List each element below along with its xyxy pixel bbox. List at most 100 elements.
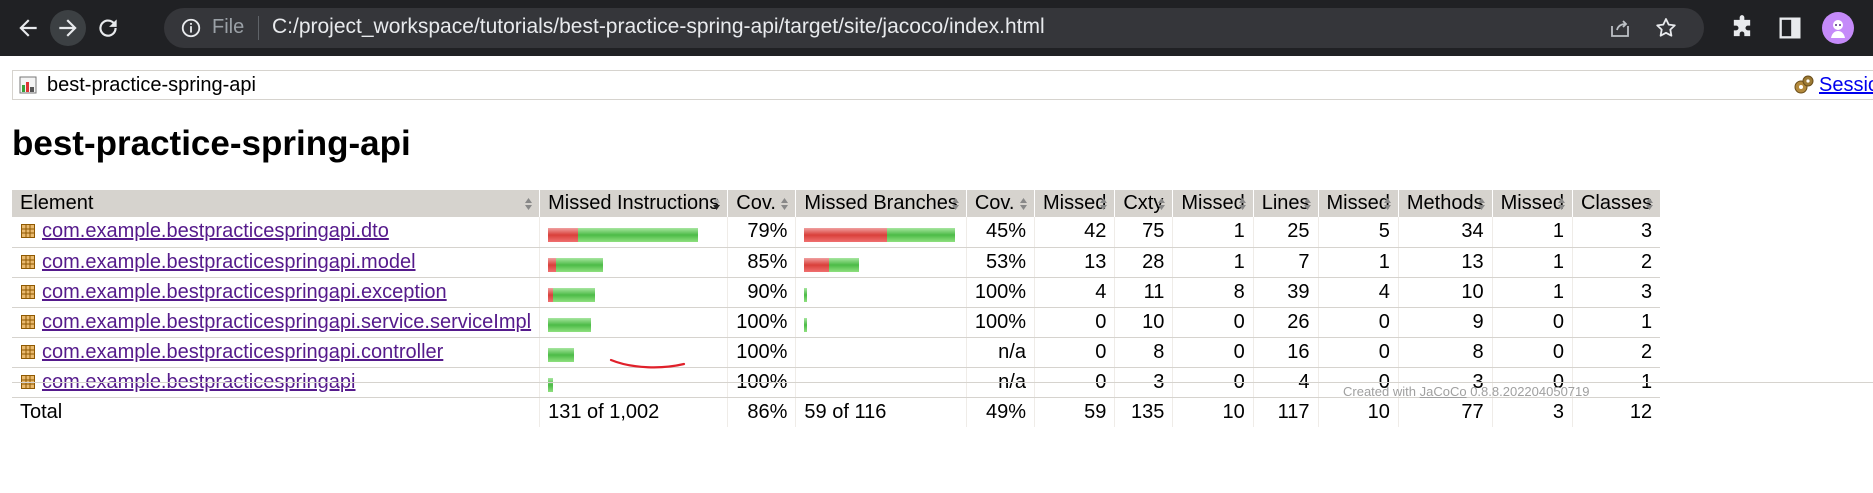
jacoco-link[interactable]: JaCoCo [1420, 384, 1467, 399]
sort-icon [1238, 198, 1246, 210]
sessions-link[interactable]: Sessions [1819, 74, 1873, 97]
table-row: com.example.bestpracticespringapi.model 8… [12, 247, 1661, 278]
classes: 1 [1571, 307, 1661, 338]
col-lines[interactable]: Lines [1252, 190, 1319, 217]
missed-lines: 0 [1172, 307, 1254, 338]
sort-icon [1303, 198, 1311, 210]
classes: 2 [1571, 337, 1661, 368]
extensions-puzzle-icon[interactable] [1728, 14, 1756, 42]
sort-icon [1019, 198, 1027, 210]
col-missed-instructions[interactable]: Missed Instructions [539, 190, 728, 217]
missed-instructions-cell [539, 307, 728, 338]
col-missed-methods-label: Missed [1326, 192, 1390, 214]
total-complexity: 135 [1114, 397, 1173, 427]
col-element[interactable]: Element [12, 190, 540, 217]
package-link[interactable]: com.example.bestpracticespringapi.servic… [42, 311, 531, 333]
branches-cov: 100% [965, 307, 1035, 338]
branches-missed-bar [804, 258, 830, 273]
col-missed-branches[interactable]: Missed Branches [795, 190, 967, 217]
classes: 2 [1571, 247, 1661, 278]
missed-instructions-cell [539, 277, 728, 308]
sort-desc-icon [713, 198, 721, 210]
instructions-cov: 85% [727, 247, 796, 278]
missed-classes: 0 [1491, 307, 1573, 338]
lines: 7 [1252, 247, 1319, 278]
forward-arrow-icon [59, 19, 77, 37]
col-classes[interactable]: Classes [1571, 190, 1661, 217]
url-text[interactable]: C:/project_workspace/tutorials/best-prac… [272, 15, 1045, 39]
breadcrumb-report: best-practice-spring-api [47, 74, 256, 96]
instructions-cov: 100% [727, 337, 796, 368]
bookmark-star-icon[interactable] [1654, 16, 1678, 40]
missed-complexity: 0 [1033, 307, 1115, 338]
total-instructions: 131 of 1,002 [539, 397, 728, 427]
classes: 3 [1571, 277, 1661, 308]
sort-icon [1100, 198, 1108, 210]
col-instructions-cov[interactable]: Cov. [727, 190, 796, 217]
sort-icon [1383, 198, 1391, 210]
table-row: com.example.bestpracticespringapi.servic… [12, 307, 1661, 338]
address-separator [258, 16, 259, 40]
back-button[interactable] [10, 10, 46, 46]
col-missed-classes[interactable]: Missed [1491, 190, 1573, 217]
missed-complexity: 4 [1033, 277, 1115, 308]
element-cell: com.example.bestpracticespringapi.except… [12, 277, 540, 308]
info-icon[interactable] [180, 17, 202, 39]
total-branches: 59 of 116 [795, 397, 967, 427]
branches-cov: n/a [965, 337, 1035, 368]
reload-button[interactable] [90, 10, 126, 46]
package-icon [21, 254, 35, 269]
branches-covered-bar [804, 318, 808, 333]
profile-avatar[interactable] [1822, 12, 1854, 44]
element-cell: com.example.bestpracticespringapi.servic… [12, 307, 540, 338]
sort-icon [525, 198, 533, 210]
side-panel-icon[interactable] [1776, 14, 1804, 42]
avatar-figure-icon [1831, 20, 1845, 38]
branches-covered-bar [829, 258, 860, 273]
col-missed-lines-label: Missed [1181, 192, 1245, 214]
branches-cov: 45% [965, 217, 1035, 248]
col-complexity[interactable]: Cxty [1114, 190, 1173, 217]
instructions-covered-bar [556, 258, 604, 273]
package-link[interactable]: com.example.bestpracticespringapi.contro… [42, 341, 443, 363]
instructions-coverage-bar [548, 225, 699, 242]
total-missed-complexity: 59 [1033, 397, 1115, 427]
col-missed-complexity[interactable]: Missed [1033, 190, 1115, 217]
session-gears-icon [1794, 75, 1814, 94]
branches-covered-bar [804, 288, 808, 303]
instructions-covered-bar [548, 318, 592, 333]
package-link[interactable]: com.example.bestpracticespringapi.model [42, 251, 416, 273]
package-icon [21, 344, 35, 359]
col-branches-cov[interactable]: Cov. [965, 190, 1035, 217]
missed-complexity: 0 [1033, 337, 1115, 368]
col-missed-methods[interactable]: Missed [1317, 190, 1399, 217]
file-scheme-label: File [212, 16, 245, 38]
complexity: 28 [1114, 247, 1173, 278]
package-icon [21, 224, 35, 239]
table-row: com.example.bestpracticespringapi.except… [12, 277, 1661, 308]
instructions-missed-bar [548, 258, 557, 273]
col-missed-branches-label: Missed Branches [804, 192, 958, 214]
branches-coverage-bar [804, 285, 808, 303]
address-bar[interactable]: File C:/project_workspace/tutorials/best… [164, 8, 1704, 48]
share-icon[interactable] [1608, 16, 1632, 40]
package-link[interactable]: com.example.bestpracticespringapi.dto [42, 220, 389, 242]
methods: 9 [1397, 307, 1493, 338]
missed-branches-cell [795, 337, 967, 368]
missed-lines: 1 [1172, 247, 1254, 278]
forward-button[interactable] [50, 10, 86, 46]
missed-instructions-cell [539, 247, 728, 278]
col-methods-label: Methods [1406, 192, 1484, 214]
col-missed-lines[interactable]: Missed [1172, 190, 1254, 217]
missed-classes: 1 [1491, 247, 1573, 278]
col-missed-instructions-label: Missed Instructions [548, 192, 720, 214]
package-link[interactable]: com.example.bestpracticespringapi.except… [42, 281, 447, 303]
missed-branches-cell [795, 217, 967, 248]
branches-coverage-bar [804, 315, 808, 333]
element-cell: com.example.bestpracticespringapi.model [12, 247, 540, 278]
instructions-coverage-bar [548, 315, 592, 333]
classes: 3 [1571, 217, 1661, 248]
reload-icon [99, 19, 117, 37]
missed-methods: 5 [1317, 217, 1399, 248]
col-methods[interactable]: Methods [1397, 190, 1493, 217]
